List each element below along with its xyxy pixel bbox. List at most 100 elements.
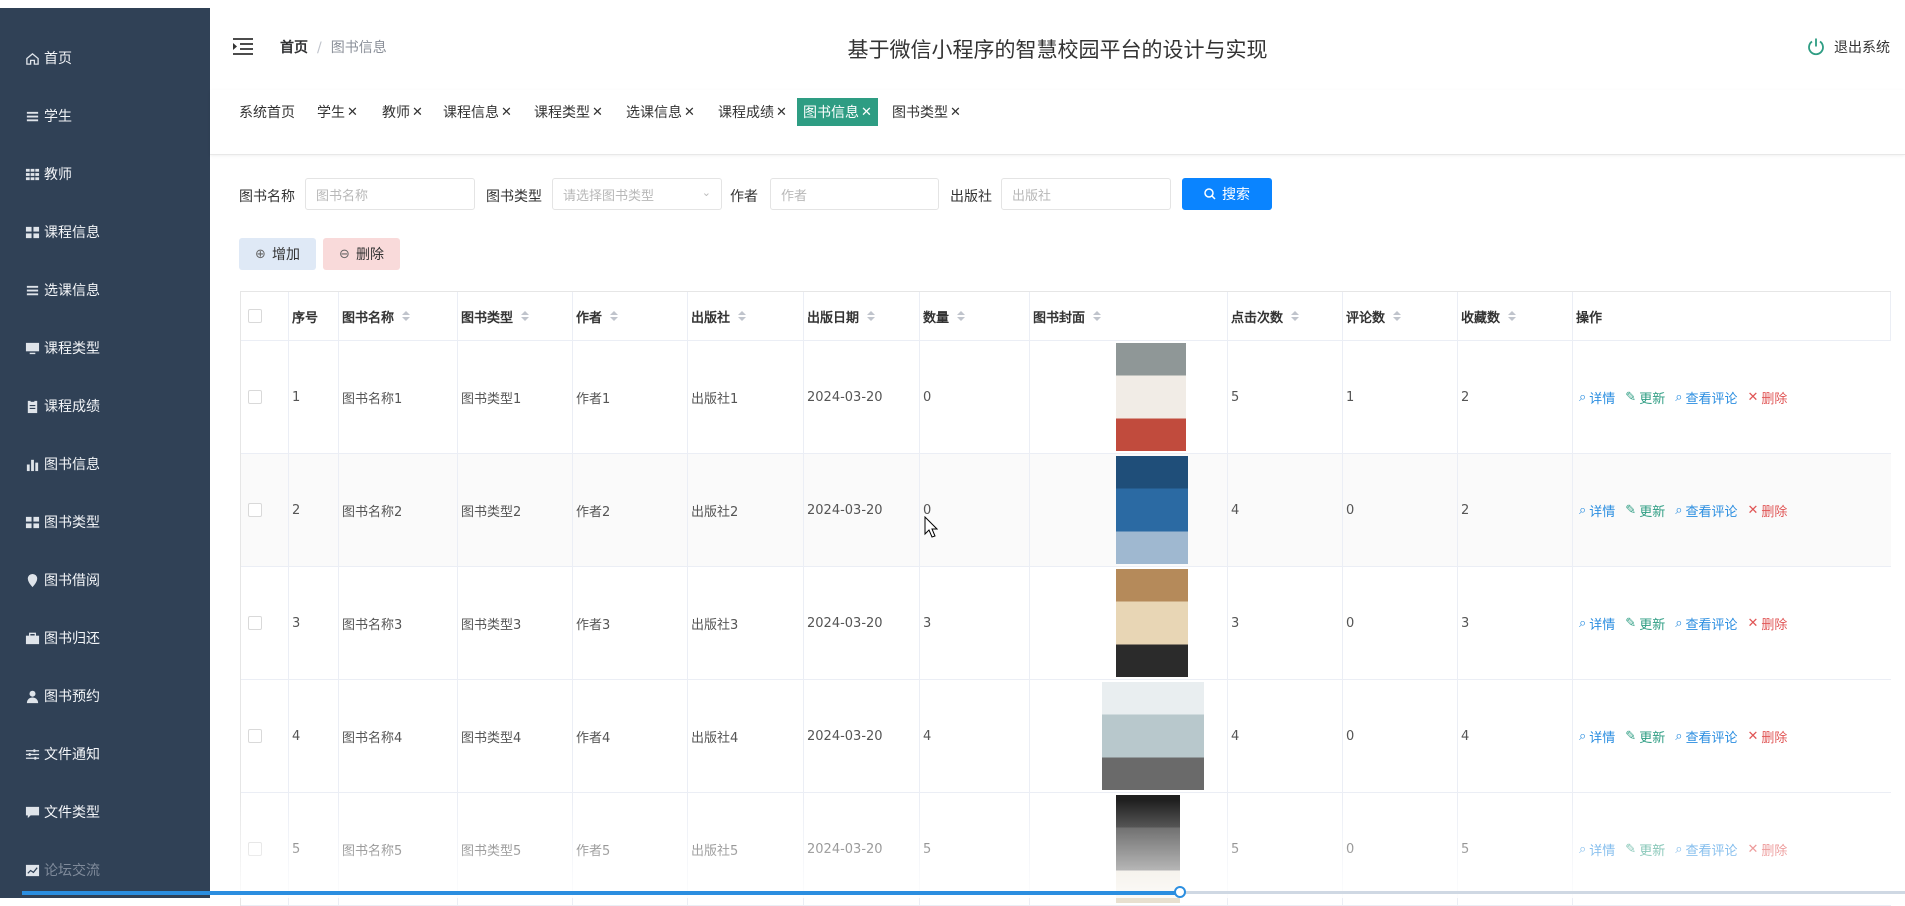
cell-type: 图书类型3 [458, 567, 573, 679]
sort-icon[interactable] [1393, 310, 1402, 322]
cell-qty: 0 [920, 454, 1030, 566]
close-icon[interactable]: ✕ [412, 105, 423, 120]
sort-icon[interactable] [1093, 310, 1102, 322]
review-action[interactable]: ⌕ 查看评论 [1675, 840, 1737, 859]
sidebar-item-11[interactable]: 图书归还 [0, 618, 210, 658]
delete-action[interactable]: ✕ 删除 [1748, 388, 1788, 407]
row-checkbox[interactable] [248, 390, 262, 404]
sort-icon[interactable] [867, 310, 876, 322]
close-icon[interactable]: ✕ [684, 105, 695, 120]
column-header[interactable]: 数量 [920, 292, 1030, 340]
row-checkbox[interactable] [248, 616, 262, 630]
column-header[interactable]: 出版日期 [804, 292, 920, 340]
add-button[interactable]: ⊕ 增加 [239, 238, 316, 270]
sidebar-item-12[interactable]: 图书预约 [0, 676, 210, 716]
tab-8[interactable]: 图书信息 ✕ [797, 98, 878, 126]
column-header[interactable]: 评论数 [1343, 292, 1458, 340]
column-header[interactable]: 作者 [573, 292, 688, 340]
close-icon[interactable]: ✕ [776, 105, 787, 120]
sort-icon[interactable] [1291, 310, 1300, 322]
tab-2[interactable]: 学生 ✕ [311, 98, 364, 126]
column-header[interactable]: 出版社 [688, 292, 804, 340]
tab-5[interactable]: 课程类型 ✕ [528, 98, 609, 126]
detail-action[interactable]: ⌕ 详情 [1579, 727, 1615, 746]
review-action[interactable]: ⌕ 查看评论 [1675, 501, 1737, 520]
update-action[interactable]: ✎ 更新 [1625, 501, 1665, 520]
cell-favorites: 2 [1458, 454, 1573, 566]
video-progress-handle[interactable] [1174, 886, 1186, 898]
tab-4[interactable]: 课程信息 ✕ [437, 98, 518, 126]
tab-6[interactable]: 选课信息 ✕ [620, 98, 701, 126]
search-icon [1204, 188, 1216, 200]
sidebar-item-13[interactable]: 文件通知 [0, 734, 210, 774]
sidebar-item-1[interactable]: 首页 [0, 38, 210, 78]
sidebar-item-14[interactable]: 文件类型 [0, 792, 210, 832]
delete-button[interactable]: ⊖ 删除 [323, 238, 400, 270]
sidebar-item-3[interactable]: 教师 [0, 154, 210, 194]
sort-icon[interactable] [957, 310, 966, 322]
search-button[interactable]: 搜索 [1182, 178, 1272, 210]
sidebar-item-5[interactable]: 选课信息 [0, 270, 210, 310]
sidebar-item-9[interactable]: 图书类型 [0, 502, 210, 542]
cell-author: 作者2 [573, 454, 688, 566]
page-title: 基于微信小程序的智慧校园平台的设计与实现 [847, 38, 1268, 62]
cell-author: 作者1 [573, 341, 688, 453]
cell-cover [1030, 793, 1228, 905]
column-header[interactable]: 图书类型 [458, 292, 573, 340]
sidebar-item-8[interactable]: 图书信息 [0, 444, 210, 484]
book-name-input[interactable]: 图书名称 [305, 178, 475, 210]
delete-action[interactable]: ✕ 删除 [1748, 614, 1788, 633]
update-action[interactable]: ✎ 更新 [1625, 614, 1665, 633]
cell-publisher: 出版社5 [688, 793, 804, 905]
close-icon[interactable]: ✕ [861, 105, 872, 120]
sort-icon[interactable] [1508, 310, 1517, 322]
detail-action[interactable]: ⌕ 详情 [1579, 388, 1615, 407]
row-checkbox[interactable] [248, 729, 262, 743]
review-action[interactable]: ⌕ 查看评论 [1675, 614, 1737, 633]
update-action[interactable]: ✎ 更新 [1625, 727, 1665, 746]
delete-action[interactable]: ✕ 删除 [1748, 501, 1788, 520]
tab-1[interactable]: 系统首页 [233, 98, 301, 126]
detail-action[interactable]: ⌕ 详情 [1579, 840, 1615, 859]
select-all-checkbox[interactable] [248, 309, 262, 323]
sort-icon[interactable] [521, 310, 530, 322]
sort-icon[interactable] [738, 310, 747, 322]
sort-icon[interactable] [610, 310, 619, 322]
update-action[interactable]: ✎ 更新 [1625, 388, 1665, 407]
row-checkbox[interactable] [248, 842, 262, 856]
review-action[interactable]: ⌕ 查看评论 [1675, 388, 1737, 407]
delete-action[interactable]: ✕ 删除 [1748, 840, 1788, 859]
sidebar-item-2[interactable]: 学生 [0, 96, 210, 136]
tab-3[interactable]: 教师 ✕ [376, 98, 429, 126]
list-icon [24, 108, 40, 124]
sort-icon[interactable] [402, 310, 411, 322]
update-action[interactable]: ✎ 更新 [1625, 840, 1665, 859]
sidebar-item-label: 学生 [44, 109, 72, 125]
row-checkbox[interactable] [248, 503, 262, 517]
author-input[interactable]: 作者 [770, 178, 939, 210]
plus-circle-icon: ⊕ [255, 246, 266, 262]
column-header[interactable]: 收藏数 [1458, 292, 1573, 340]
close-icon[interactable]: ✕ [347, 105, 358, 120]
sidebar-item-15[interactable]: 论坛交流 [0, 850, 210, 890]
logout-button[interactable]: 退出系统 [1806, 37, 1890, 57]
sidebar-item-10[interactable]: 图书借阅 [0, 560, 210, 600]
publisher-input[interactable]: 出版社 [1001, 178, 1171, 210]
sidebar-item-6[interactable]: 课程类型 [0, 328, 210, 368]
tab-7[interactable]: 课程成绩 ✕ [712, 98, 793, 126]
close-icon[interactable]: ✕ [592, 105, 603, 120]
detail-action[interactable]: ⌕ 详情 [1579, 614, 1615, 633]
close-icon[interactable]: ✕ [501, 105, 512, 120]
sidebar-item-4[interactable]: 课程信息 [0, 212, 210, 252]
sidebar-item-7[interactable]: 课程成绩 [0, 386, 210, 426]
close-icon[interactable]: ✕ [950, 105, 961, 120]
tab-9[interactable]: 图书类型 ✕ [886, 98, 967, 126]
detail-action[interactable]: ⌕ 详情 [1579, 501, 1615, 520]
column-header[interactable]: 点击次数 [1228, 292, 1343, 340]
book-type-select[interactable]: 请选择图书类型 ⌄ [552, 178, 722, 210]
review-action[interactable]: ⌕ 查看评论 [1675, 727, 1737, 746]
delete-action[interactable]: ✕ 删除 [1748, 727, 1788, 746]
column-header[interactable]: 图书封面 [1030, 292, 1228, 340]
column-header[interactable]: 图书名称 [339, 292, 458, 340]
update-action-label: 更新 [1639, 391, 1666, 407]
